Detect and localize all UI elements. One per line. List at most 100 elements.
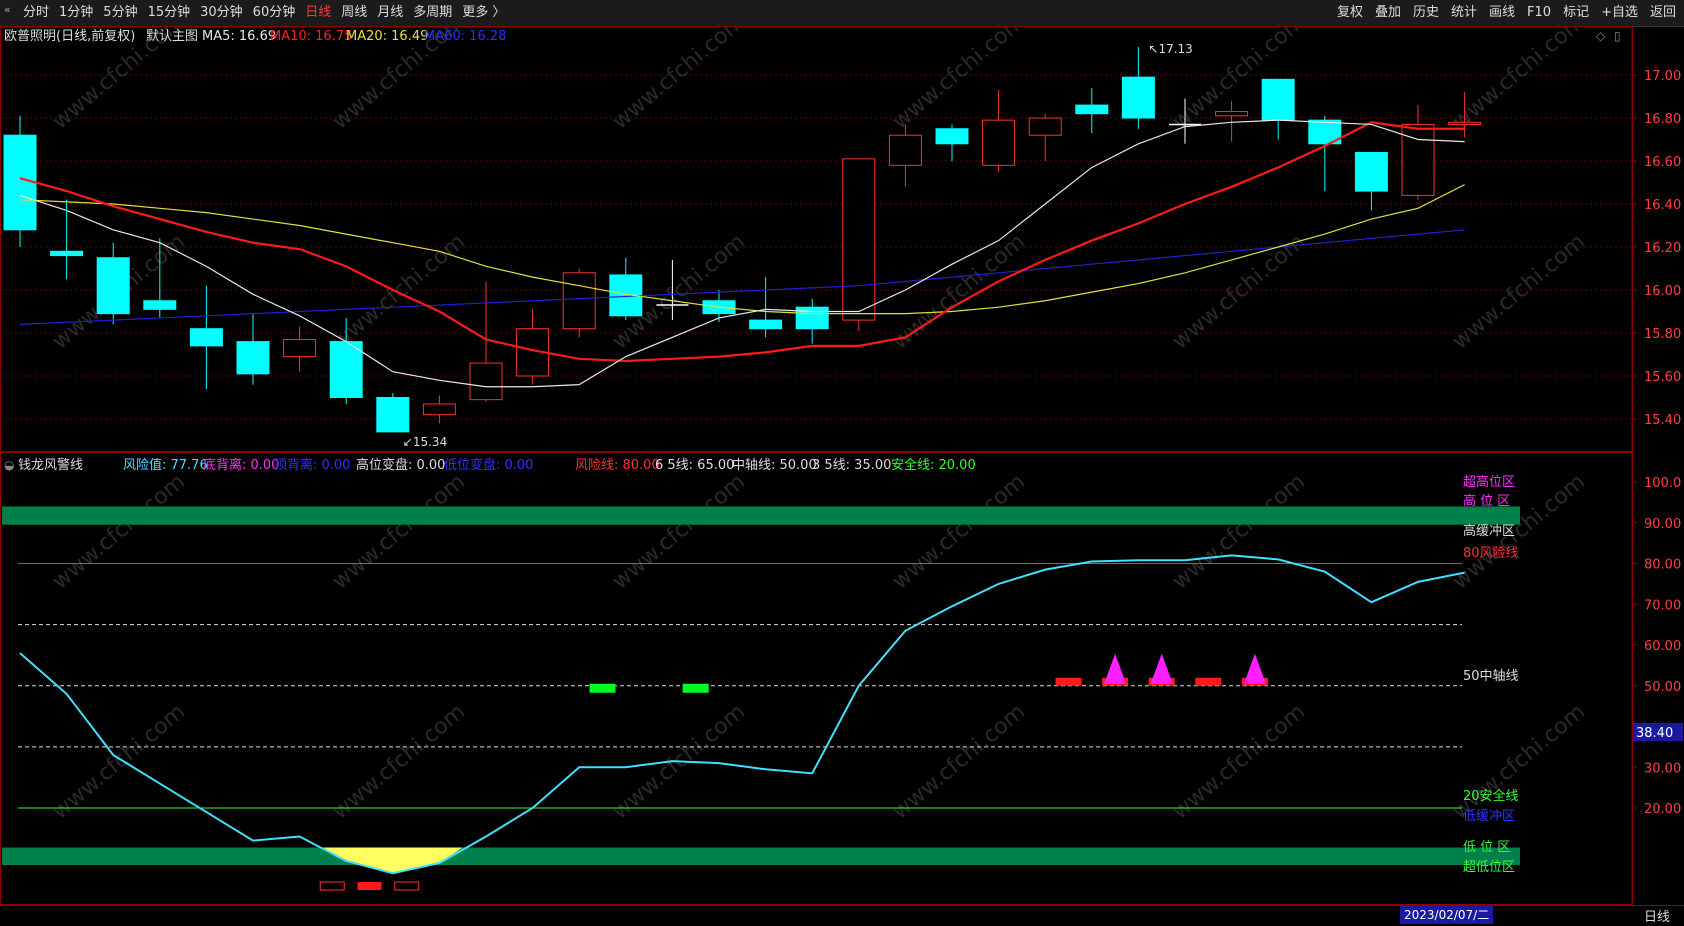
stock-chart[interactable]: www.cfchi.com www.cfchi.com www.cfchi.com w… — [0, 26, 1684, 906]
toolbar-buttons: 复权 叠加 历史 统计 画线 F10 标记 +自选 返回 — [1331, 4, 1682, 22]
sub-value-label: 中轴线: 50.00 — [732, 458, 817, 473]
main-indicator-name[interactable]: 默认主图 — [146, 28, 198, 44]
period-tab-2[interactable]: 5分钟 — [98, 4, 142, 22]
sub-axis-label: 60.00 — [1644, 639, 1681, 654]
period-tab-8[interactable]: 月线 — [372, 4, 408, 22]
candle-body — [329, 341, 363, 399]
watermark-text: www.cfchi.com — [1448, 26, 1590, 135]
candle-body — [236, 341, 270, 375]
sub-value-label: 风险值: 77.76 — [123, 457, 208, 473]
period-tab-0[interactable]: 分时 — [18, 4, 54, 22]
candle-body — [469, 362, 503, 401]
toolbar-button-2[interactable]: 历史 — [1407, 4, 1445, 22]
high-price-label: ↖17.13 — [1148, 42, 1192, 56]
main-panel-frame — [0, 26, 1633, 452]
toolbar-button-7[interactable]: +自选 — [1595, 4, 1644, 22]
candle-body — [1215, 111, 1249, 117]
low-price-label: ↙15.34 — [403, 435, 447, 449]
sub-axis-label: 80.00 — [1644, 558, 1681, 573]
signal-marker-red — [1195, 677, 1222, 686]
toolbar-button-3[interactable]: 统计 — [1445, 4, 1483, 22]
zone-label: 80风险线 — [1463, 546, 1519, 561]
signal-marker-green — [682, 683, 709, 693]
zone-label: 超低位区 — [1463, 860, 1515, 875]
candle-body — [143, 300, 177, 310]
panel-menu-icon[interactable]: ▯ — [1614, 29, 1621, 43]
watermark-text: www.cfchi.com — [608, 469, 750, 594]
candle-body — [1401, 123, 1435, 196]
low-zone-band — [2, 847, 1520, 866]
candle-body — [1121, 76, 1155, 119]
zone-label: 50中轴线 — [1463, 669, 1519, 684]
period-tab-7[interactable]: 周线 — [336, 4, 372, 22]
signal-triangle — [1104, 653, 1127, 684]
watermark-text: www.cfchi.com — [1168, 229, 1310, 354]
candle-body — [1354, 151, 1388, 192]
sub-axis-label: 70.00 — [1644, 598, 1681, 613]
toolbar-button-6[interactable]: 标记 — [1557, 4, 1595, 22]
period-tab-3[interactable]: 15分钟 — [143, 4, 196, 22]
price-axis-label: 16.20 — [1644, 241, 1681, 256]
price-axis-label: 15.80 — [1644, 327, 1681, 342]
candle-body — [1028, 117, 1062, 136]
watermark-text: www.cfchi.com — [1448, 229, 1590, 354]
period-tab-4[interactable]: 30分钟 — [195, 4, 248, 22]
ma-value-label: MA20: 16.49 — [346, 29, 428, 44]
sub-value-label: 高位变盘: 0.00 — [356, 457, 445, 473]
zone-label: 20安全线 — [1463, 788, 1519, 804]
candle-body — [422, 403, 456, 416]
period-indicator: 日线 — [1643, 910, 1670, 925]
price-axis-label: 16.80 — [1644, 112, 1681, 127]
toolbar-button-1[interactable]: 叠加 — [1369, 4, 1407, 22]
back-arrows-icon[interactable]: « — [4, 4, 18, 16]
low-signal-outline — [319, 881, 345, 891]
period-tab-10[interactable]: 更多 〉 — [457, 4, 510, 22]
sub-axis-label: 30.00 — [1644, 761, 1681, 776]
sub-axis-label: 90.00 — [1644, 517, 1681, 532]
watermark-text: www.cfchi.com — [888, 26, 1030, 135]
sub-value-label: 安全线: 20.00 — [891, 457, 976, 473]
low-signal-filled — [357, 882, 382, 890]
watermark-text: www.cfchi.com — [888, 699, 1030, 824]
sub-axis-label: 50.00 — [1644, 680, 1681, 695]
high-zone-band — [2, 506, 1520, 525]
candle-body — [3, 134, 37, 231]
candle-body — [935, 128, 969, 145]
period-tab-9[interactable]: 多周期 — [408, 4, 457, 22]
ma-value-label: MA5: 16.69 — [202, 29, 276, 44]
signal-triangle — [1150, 653, 1173, 684]
price-axis-label: 16.40 — [1644, 198, 1681, 213]
toolbar-button-5[interactable]: F10 — [1521, 4, 1557, 22]
period-tab-6[interactable]: 日线 — [300, 4, 336, 22]
toolbar-button-0[interactable]: 复权 — [1331, 4, 1369, 22]
price-axis-label: 15.40 — [1644, 413, 1681, 428]
watermark-text: www.cfchi.com — [48, 469, 190, 594]
signal-triangle — [1243, 653, 1266, 684]
zone-label: 低缓冲区 — [1463, 809, 1515, 824]
period-tab-5[interactable]: 60分钟 — [248, 4, 301, 22]
collapse-icon[interactable]: ◒ — [4, 458, 14, 472]
sub-value-label: 3 5线: 35.00 — [812, 458, 891, 473]
panel-toggle-icon[interactable]: ◇ — [1596, 29, 1606, 43]
candle-body — [1261, 78, 1295, 121]
candle-body — [283, 338, 317, 358]
watermark-text: www.cfchi.com — [1168, 699, 1310, 824]
signal-marker-green — [589, 683, 616, 693]
zone-label: 高缓冲区 — [1463, 523, 1515, 539]
toolbar-button-8[interactable]: 返回 — [1644, 4, 1682, 22]
candle-body — [376, 397, 410, 433]
toolbar-button-4[interactable]: 画线 — [1483, 4, 1521, 22]
sub-value-label: 底背离: 0.00 — [203, 457, 279, 473]
period-tab-1[interactable]: 1分钟 — [54, 4, 98, 22]
watermark-text: www.cfchi.com — [888, 469, 1030, 594]
watermark-text: www.cfchi.com — [328, 469, 470, 594]
candle-body — [1075, 104, 1109, 115]
price-axis-label: 16.60 — [1644, 155, 1681, 170]
watermark-text: www.cfchi.com — [1448, 699, 1590, 824]
candle-body — [842, 158, 876, 321]
candle-body — [50, 250, 84, 257]
period-tabs: « 分时 1分钟 5分钟 15分钟 30分钟 60分钟 日线 周线 月线 多周期 更多 〉 — [4, 4, 510, 22]
ma-value-label: MA60: 16.28 — [424, 29, 506, 44]
low-signal-outline — [394, 881, 420, 891]
sub-value-label: 风险线: 80.00 — [575, 458, 660, 473]
